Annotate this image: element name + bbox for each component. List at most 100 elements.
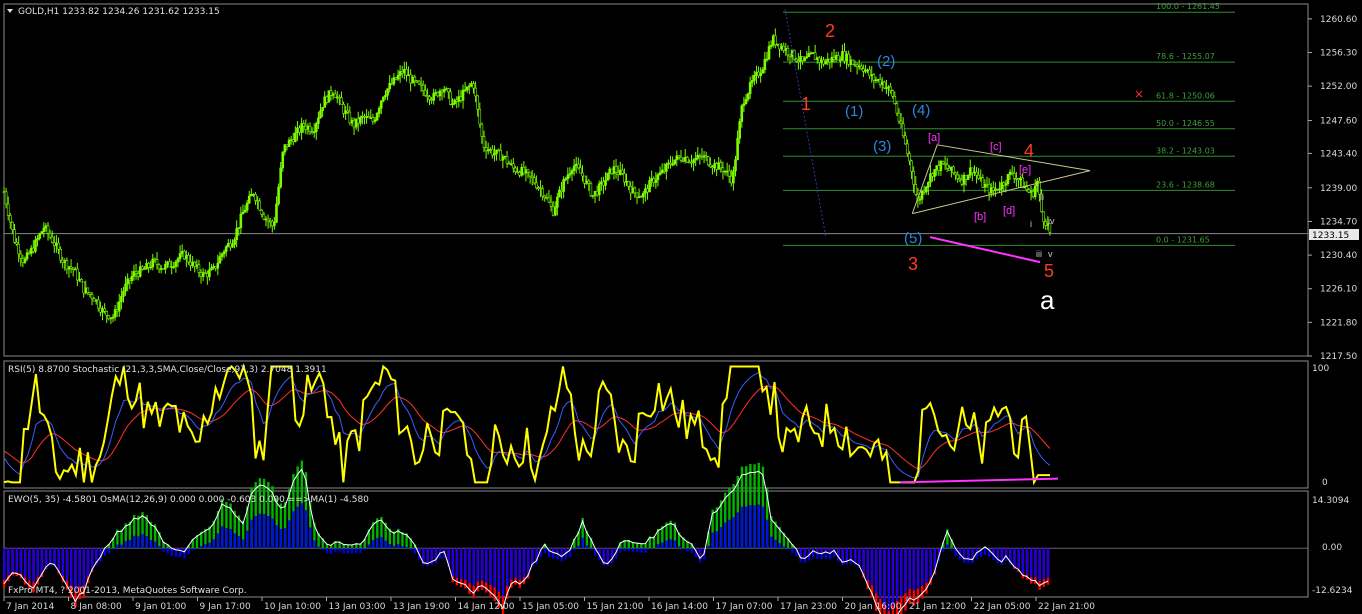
osma-bar — [19, 548, 23, 574]
rsi-stochastic-panel[interactable] — [3, 360, 1309, 489]
candle-body — [908, 153, 911, 162]
osma-bar — [904, 548, 907, 594]
osma-bar — [518, 548, 522, 580]
candle-body — [476, 95, 479, 110]
osma-bar — [23, 548, 27, 578]
osma-bar — [707, 545, 710, 549]
candle-body — [971, 167, 974, 174]
candle-body — [581, 172, 584, 177]
candle-body — [44, 225, 48, 229]
candle-body — [101, 308, 104, 313]
candle-body — [727, 170, 731, 177]
candle-body — [805, 56, 809, 59]
candle-body — [199, 272, 203, 277]
candle-body — [750, 80, 754, 83]
trading-chart[interactable]: 1260.60 1256.30 1252.00 1247.60 1243.40 1239.… — [0, 0, 1362, 614]
candle-body — [780, 45, 783, 50]
osma-bar — [757, 504, 760, 549]
fib-level-label: 23.6 - 1238.68 — [1156, 180, 1215, 189]
candle-body — [700, 155, 704, 158]
candle-body — [646, 188, 649, 193]
ewo-osma-panel[interactable] — [3, 490, 1309, 598]
osma-bar — [698, 548, 702, 563]
candle-body — [264, 218, 268, 221]
time-axis: 7 Jan 2014 8 Jan 08:00 9 Jan 01:00 9 Jan 17… — [3, 597, 1095, 612]
wave-label-paren-2: (2) — [877, 53, 895, 70]
candle-body — [1006, 174, 1010, 185]
candle-body — [843, 51, 846, 62]
candle-body — [329, 90, 333, 96]
ewo-bar — [392, 531, 396, 549]
candle-body — [1000, 182, 1003, 190]
osma-bar — [765, 519, 769, 549]
osma-bar — [459, 548, 463, 580]
candle-body — [273, 221, 276, 227]
candle-body — [262, 214, 266, 220]
candle-body — [191, 261, 194, 266]
osma-bar — [573, 548, 576, 551]
candle-body — [4, 191, 8, 205]
candle-body — [862, 68, 865, 72]
candle-body — [338, 96, 341, 99]
candle-body — [568, 173, 572, 176]
candle-body — [535, 182, 538, 189]
candle-body — [937, 165, 941, 171]
candle-body — [912, 171, 915, 185]
candle-body — [1008, 171, 1012, 175]
candle-body — [124, 283, 127, 292]
candle-body — [84, 287, 88, 294]
candle-body — [419, 83, 423, 86]
candle-body — [388, 82, 391, 90]
osma-bar — [1013, 548, 1016, 569]
candle-body — [46, 225, 50, 234]
candle-body — [206, 273, 209, 278]
candle-body — [19, 253, 23, 259]
time-axis-label: 10 Jan 10:00 — [264, 602, 321, 612]
candle-body — [945, 164, 949, 169]
candle-body — [667, 162, 670, 165]
candle-body — [612, 166, 616, 174]
osma-bar — [627, 548, 631, 551]
candle-body — [692, 159, 695, 164]
osma-bar — [57, 548, 60, 571]
wave-label-paren-1: (1) — [845, 103, 863, 120]
candle-body — [880, 81, 884, 85]
osma-bar — [128, 539, 132, 549]
osma-bar — [170, 548, 174, 556]
osma-bar — [728, 519, 731, 549]
candle-body — [256, 200, 259, 202]
candle-body — [117, 301, 121, 312]
osma-bar — [246, 530, 249, 549]
osma-bar — [82, 548, 86, 586]
osma-bar — [288, 520, 291, 549]
candle-body — [629, 186, 633, 194]
candle-body — [958, 178, 962, 181]
time-axis-label: 15 Jan 21:00 — [587, 602, 644, 612]
candle-body — [298, 127, 301, 133]
osma-bar — [334, 548, 337, 552]
osma-bar — [971, 548, 974, 564]
osma-bar — [522, 548, 526, 578]
osma-bar — [652, 548, 656, 549]
candle-body — [426, 95, 429, 98]
osma-bar — [677, 546, 681, 549]
osma-bar — [325, 548, 329, 554]
candle-body — [461, 89, 465, 101]
candle-body — [195, 264, 199, 267]
candle-body — [765, 58, 769, 61]
osma-bar — [317, 546, 320, 549]
candle-body — [99, 307, 102, 313]
candle-body — [589, 182, 593, 197]
candle-body — [294, 132, 297, 143]
candle-body — [870, 74, 874, 77]
candle-body — [197, 264, 201, 273]
wave-label-paren-4: (4) — [912, 102, 930, 119]
osma-bar — [1046, 548, 1050, 578]
candle-body — [516, 171, 519, 173]
candle-body — [841, 51, 844, 61]
candle-body — [247, 195, 251, 204]
candle-body — [539, 187, 542, 190]
osma-bar — [271, 518, 274, 549]
candle-body — [956, 174, 959, 179]
osma-bar — [778, 543, 781, 549]
